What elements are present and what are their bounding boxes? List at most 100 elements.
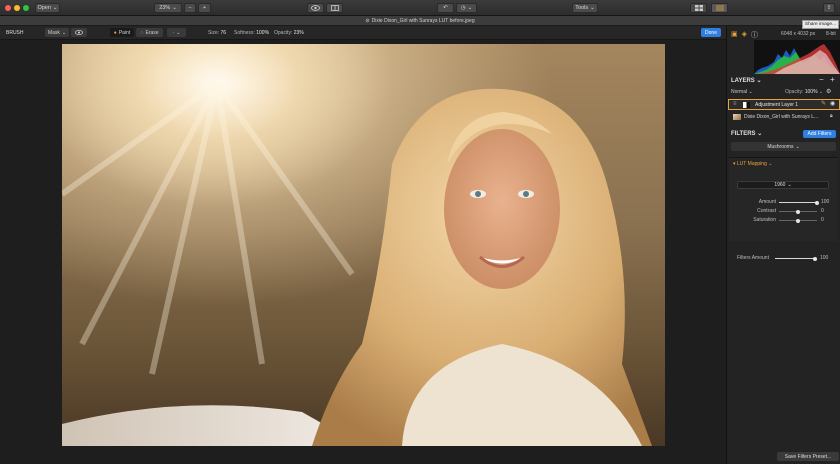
open-button[interactable]: Open ⌄ (35, 3, 60, 13)
size-control[interactable]: Size: 76 (208, 30, 226, 36)
opacity-control[interactable]: Opacity: 23% (274, 30, 304, 36)
zoom-value: 23% (159, 5, 171, 11)
slider-value: 0 (821, 217, 824, 223)
layer-settings-icon[interactable]: ⚙ (826, 88, 831, 95)
chevron-down-icon: ⌄ (176, 29, 181, 36)
minimize-window-button[interactable] (14, 5, 20, 11)
chevron-down-icon: ⌄ (757, 131, 763, 137)
image-info-icon[interactable]: ▣ (731, 30, 738, 40)
filters-header[interactable]: FILTERS ⌄ (731, 130, 762, 137)
done-label: Done (705, 29, 717, 36)
lut-value: 1960 (774, 182, 786, 188)
filters-amount-label: Filters Amount (737, 255, 769, 261)
mask-visibility-button[interactable] (71, 28, 87, 37)
erase-label: Erase (145, 29, 159, 36)
zoom-select[interactable]: 23% ⌄ (154, 3, 182, 13)
filter-group: Mushrooms (767, 143, 794, 150)
mask-label: Mask (47, 29, 60, 36)
chevron-down-icon: ⌄ (467, 5, 473, 11)
add-filters-label: Add Filters (807, 131, 832, 137)
blend-mode: Normal (731, 89, 748, 95)
slider-track (775, 256, 817, 261)
add-layer-button[interactable]: + (830, 75, 835, 84)
layers-title: LAYERS (731, 78, 755, 84)
edit-panel-button[interactable] (711, 3, 728, 13)
layer-opacity-control[interactable]: Opacity: 100% ⌄ (785, 89, 823, 95)
chevron-down-icon: ⌄ (172, 5, 177, 11)
layer-row-adjustment[interactable]: ≡ Adjustment Layer 1 ✎ ◉ (728, 99, 840, 110)
bit-depth: 8-bit (826, 31, 836, 37)
sliders-icon (715, 5, 724, 11)
histogram (754, 40, 840, 74)
erase-button[interactable]: ◌ Erase (136, 28, 163, 37)
filters-amount-slider[interactable]: Filters Amount 100 (727, 255, 840, 263)
document-tab: ⊘ Dixie Dixon_Girl with Sunrays LUT befo… (0, 16, 840, 26)
amount-slider[interactable]: Amount 100 (729, 199, 838, 207)
slider-track (779, 209, 817, 214)
slider-fill (779, 202, 817, 203)
saturation-slider[interactable]: Saturation 0 (729, 217, 838, 225)
mask-dropdown[interactable]: Mask ⌄ (45, 28, 69, 37)
window-titlebar: Open ⌄ 23% ⌄ − + ↶ ◷ ⌄ Tools ⌄ ⇪ (0, 0, 840, 16)
image-canvas[interactable] (0, 40, 726, 464)
zoom-window-button[interactable] (23, 5, 29, 11)
slider-label: Contrast (757, 208, 776, 214)
grid-icon (694, 5, 703, 11)
remove-layer-button[interactable]: − (819, 75, 824, 84)
slider-knob[interactable] (815, 200, 819, 205)
layer-row-image[interactable]: Dixie Dixon_Girl with Sunrays L... 🔒︎ (728, 112, 840, 123)
browse-button[interactable] (690, 3, 707, 13)
opacity-value: 23% (293, 30, 304, 36)
softness-control[interactable]: Softness: 100% (234, 30, 269, 36)
layer-opacity-value: 100% (804, 89, 818, 95)
softness-label: Softness: (234, 30, 255, 36)
slider-label: Saturation (753, 217, 776, 223)
filter-name: LUT Mapping (736, 161, 767, 167)
compare-button[interactable] (326, 3, 343, 13)
undo-button[interactable]: ↶ (437, 3, 454, 13)
tools-button[interactable]: Tools ⌄ (572, 3, 598, 13)
paint-button[interactable]: ● Paint (110, 28, 134, 37)
slider-knob[interactable] (796, 209, 800, 214)
lut-select[interactable]: 1960 ⌄ (737, 181, 829, 189)
lut-mapping-filter: ▾ LUT Mapping ⌄ 1960 ⌄ Amount 100 Contra… (729, 157, 838, 241)
document-title: Dixie Dixon_Girl with Sunrays LUT before… (371, 17, 475, 24)
zoom-in-button[interactable]: + (198, 3, 211, 13)
eye-icon[interactable]: ◉ (830, 100, 835, 107)
portrait-image (62, 44, 665, 446)
layers-icon[interactable]: ◈ (742, 30, 747, 40)
chevron-down-icon: ⌄ (787, 182, 792, 188)
close-window-button[interactable] (5, 5, 11, 11)
chevron-down-icon: ⌄ (590, 5, 595, 11)
contrast-slider[interactable]: Contrast 0 (729, 208, 838, 216)
share-icon: ⇪ (826, 5, 832, 11)
lock-icon: 🔒︎ (830, 113, 833, 119)
slider-knob[interactable] (796, 218, 800, 223)
undo-icon: ↶ (443, 5, 448, 11)
slider-label: Amount (758, 199, 776, 205)
preview-toggle-button[interactable] (307, 3, 324, 13)
layer-name: Dixie Dixon_Girl with Sunrays L... (744, 114, 819, 120)
share-button[interactable]: ⇪ (823, 3, 835, 13)
brush-icon[interactable]: ✎ (821, 100, 826, 107)
done-button[interactable]: Done (701, 28, 721, 37)
layers-header[interactable]: LAYERS ⌄ (731, 77, 762, 84)
chevron-down-icon: ⌄ (768, 161, 773, 167)
info-icon[interactable]: ⓘ (751, 30, 758, 40)
layer-opacity-label: Opacity: (785, 89, 804, 95)
photo[interactable] (62, 44, 665, 446)
zoom-out-button[interactable]: − (184, 3, 196, 13)
slider-track (779, 200, 819, 205)
add-filters-button[interactable]: Add Filters (803, 130, 836, 138)
save-filters-preset-button[interactable]: Save Filters Preset... (777, 452, 839, 461)
slider-knob[interactable] (813, 256, 817, 261)
filter-preset-select[interactable]: Mushrooms ⌄ (731, 142, 836, 151)
blend-mode-select[interactable]: Normal ⌄ (731, 89, 753, 95)
brush-options-dropdown[interactable]: · ⌄ (167, 28, 186, 37)
lut-mapping-header[interactable]: ▾ LUT Mapping ⌄ (733, 161, 772, 167)
brush-shape-icon: · (172, 29, 175, 36)
history-button[interactable]: ◷ ⌄ (456, 3, 477, 13)
layer-name: Adjustment Layer 1 (755, 102, 799, 108)
image-size: 6048 x 4032 px (781, 31, 816, 37)
layer-mask-thumbnail (743, 101, 750, 108)
